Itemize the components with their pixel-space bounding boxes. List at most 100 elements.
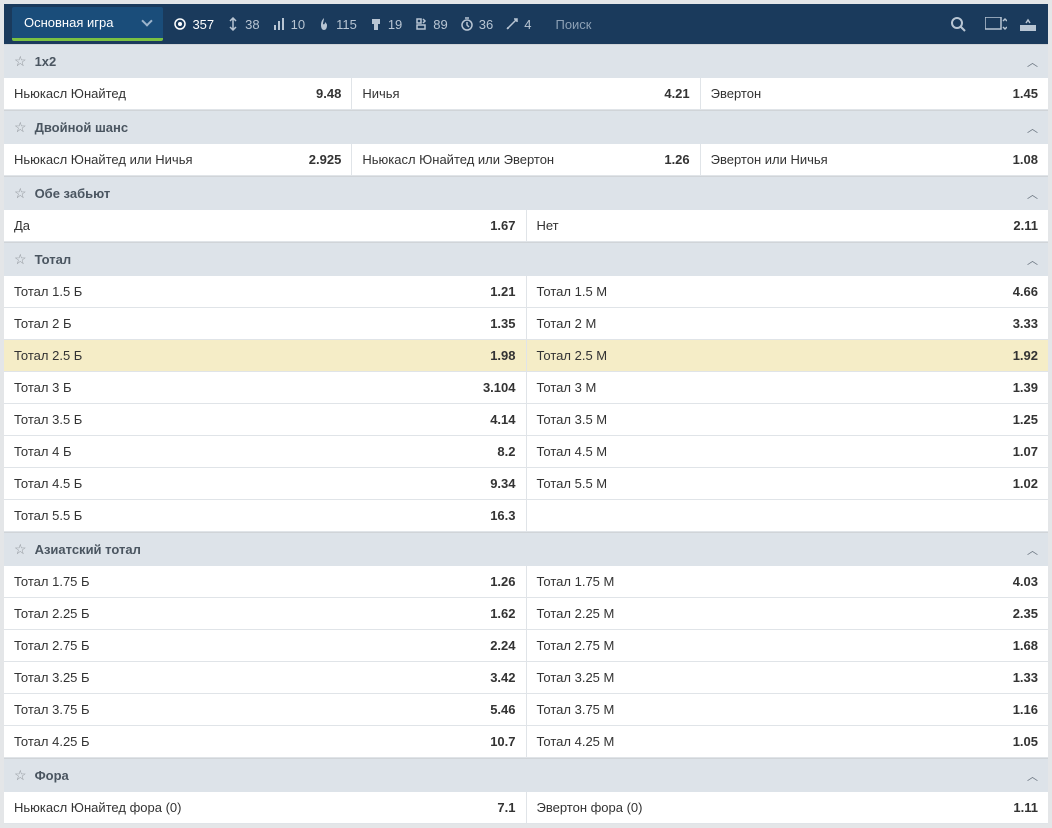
filter-item[interactable]: 10 xyxy=(266,17,311,32)
market-title: Фора xyxy=(35,768,69,783)
odds-cell[interactable]: Тотал 2 М3.33 xyxy=(527,308,1049,339)
odds-cell[interactable]: Тотал 2.5 Б1.98 xyxy=(4,340,527,371)
odds-cell[interactable]: Тотал 4 Б8.2 xyxy=(4,436,527,467)
filter-count: 357 xyxy=(192,17,214,32)
odds-cell[interactable]: Тотал 1.75 М4.03 xyxy=(527,566,1049,597)
odds-cell[interactable]: Тотал 3.5 М1.25 xyxy=(527,404,1049,435)
odds-cell[interactable]: Эвертон или Ничья1.08 xyxy=(701,144,1048,175)
market-group: ☆1x2︿Ньюкасл Юнайтед9.48Ничья4.21Эвертон… xyxy=(4,44,1048,110)
odds-value: 5.46 xyxy=(490,702,515,717)
odds-cell[interactable]: Ничья4.21 xyxy=(352,78,700,109)
star-icon[interactable]: ☆ xyxy=(14,541,27,558)
odds-cell[interactable]: Тотал 1.5 М4.66 xyxy=(527,276,1049,307)
market-header[interactable]: ☆Тотал︿ xyxy=(4,243,1048,276)
odds-value: 7.1 xyxy=(497,800,515,815)
odds-value: 9.34 xyxy=(490,476,515,491)
shirt-icon xyxy=(369,17,383,31)
odds-value: 1.21 xyxy=(490,284,515,299)
odds-cell[interactable]: Ньюкасл Юнайтед фора (0)7.1 xyxy=(4,792,527,823)
odds-value: 2.925 xyxy=(309,152,342,167)
odds-label: Тотал 2 Б xyxy=(14,316,71,331)
odds-cell[interactable]: Тотал 3.75 М1.16 xyxy=(527,694,1049,725)
target-icon xyxy=(173,17,187,31)
odds-label: Тотал 4.25 Б xyxy=(14,734,90,749)
market-header[interactable]: ☆Двойной шанс︿ xyxy=(4,111,1048,144)
filter-item[interactable]: 36 xyxy=(454,17,499,32)
odds-cell[interactable]: Тотал 4.25 Б10.7 xyxy=(4,726,527,757)
odds-cell[interactable]: Тотал 4.25 М1.05 xyxy=(527,726,1049,757)
filter-item[interactable]: 89 xyxy=(408,17,453,32)
odds-value: 1.25 xyxy=(1013,412,1038,427)
odds-cell[interactable]: Тотал 5.5 М1.02 xyxy=(527,468,1049,499)
star-icon[interactable]: ☆ xyxy=(14,767,27,784)
odds-row: Ньюкасл Юнайтед или Ничья2.925Ньюкасл Юн… xyxy=(4,144,1048,176)
odds-value: 2.35 xyxy=(1013,606,1038,621)
market-header[interactable]: ☆Фора︿ xyxy=(4,759,1048,792)
odds-cell[interactable]: Тотал 3 М1.39 xyxy=(527,372,1049,403)
market-type-dropdown[interactable]: Основная игра xyxy=(12,7,163,41)
market-header-left: ☆1x2 xyxy=(14,53,56,70)
odds-cell[interactable]: Тотал 3.75 Б5.46 xyxy=(4,694,527,725)
odds-cell[interactable]: Эвертон1.45 xyxy=(701,78,1048,109)
odds-cell[interactable]: Ньюкасл Юнайтед или Ничья2.925 xyxy=(4,144,352,175)
odds-label: Эвертон xyxy=(711,86,762,101)
odds-cell[interactable]: Нет2.11 xyxy=(527,210,1049,241)
market-header[interactable]: ☆1x2︿ xyxy=(4,45,1048,78)
filter-item[interactable]: 357 xyxy=(167,17,220,32)
odds-cell[interactable]: Тотал 3.5 Б4.14 xyxy=(4,404,527,435)
star-icon[interactable]: ☆ xyxy=(14,119,27,136)
market-group: ☆Тотал︿Тотал 1.5 Б1.21Тотал 1.5 М4.66Тот… xyxy=(4,242,1048,532)
odds-label: Тотал 2.5 М xyxy=(537,348,608,363)
filter-count: 36 xyxy=(479,17,493,32)
odds-value: 16.3 xyxy=(490,508,515,523)
odds-label: Тотал 3.5 Б xyxy=(14,412,82,427)
odds-row: Тотал 4 Б8.2Тотал 4.5 М1.07 xyxy=(4,436,1048,468)
odds-cell[interactable]: Тотал 2.25 Б1.62 xyxy=(4,598,527,629)
market-group: ☆Двойной шанс︿Ньюкасл Юнайтед или Ничья2… xyxy=(4,110,1048,176)
odds-cell[interactable]: Ньюкасл Юнайтед или Эвертон1.26 xyxy=(352,144,700,175)
odds-row: Тотал 1.75 Б1.26Тотал 1.75 М4.03 xyxy=(4,566,1048,598)
market-header[interactable]: ☆Азиатский тотал︿ xyxy=(4,533,1048,566)
filter-item[interactable]: 115 xyxy=(311,17,363,32)
chevron-up-icon: ︿ xyxy=(1027,186,1038,202)
odds-row: Ньюкасл Юнайтед9.48Ничья4.21Эвертон1.45 xyxy=(4,78,1048,110)
odds-value: 1.67 xyxy=(490,218,515,233)
odds-cell[interactable]: Тотал 2 Б1.35 xyxy=(4,308,527,339)
odds-cell[interactable]: Эвертон фора (0)1.11 xyxy=(527,792,1049,823)
filter-item[interactable]: 19 xyxy=(363,17,408,32)
search-button[interactable] xyxy=(944,10,972,38)
odds-cell[interactable]: Тотал 3.25 Б3.42 xyxy=(4,662,527,693)
odds-cell[interactable]: Тотал 2.25 М2.35 xyxy=(527,598,1049,629)
odds-cell[interactable]: Тотал 2.75 Б2.24 xyxy=(4,630,527,661)
odds-cell[interactable]: Тотал 1.5 Б1.21 xyxy=(4,276,527,307)
star-icon[interactable]: ☆ xyxy=(14,251,27,268)
search-input[interactable] xyxy=(549,11,944,38)
odds-cell[interactable]: Тотал 3 Б3.104 xyxy=(4,372,527,403)
odds-cell[interactable]: Тотал 1.75 Б1.26 xyxy=(4,566,527,597)
odds-value: 1.68 xyxy=(1013,638,1038,653)
filter-bar: 357 38101151989 36 4 xyxy=(167,17,537,32)
odds-cell[interactable]: Да1.67 xyxy=(4,210,527,241)
filter-item[interactable]: 4 xyxy=(499,17,537,32)
filter-item[interactable]: 38 xyxy=(220,17,265,32)
topbar: Основная игра 357 38101151989 36 4 xyxy=(4,4,1048,44)
odds-cell[interactable]: Тотал 4.5 Б9.34 xyxy=(4,468,527,499)
odds-cell[interactable]: Тотал 4.5 М1.07 xyxy=(527,436,1049,467)
odds-label: Эвертон или Ничья xyxy=(711,152,828,167)
odds-row: Тотал 3.5 Б4.14Тотал 3.5 М1.25 xyxy=(4,404,1048,436)
star-icon[interactable]: ☆ xyxy=(14,185,27,202)
odds-row: Тотал 3 Б3.104Тотал 3 М1.39 xyxy=(4,372,1048,404)
odds-cell[interactable]: Тотал 2.5 М1.92 xyxy=(527,340,1049,371)
market-group: ☆Фора︿Ньюкасл Юнайтед фора (0)7.1Эвертон… xyxy=(4,758,1048,824)
odds-cell[interactable]: Тотал 3.25 М1.33 xyxy=(527,662,1049,693)
layout-toggle-button[interactable] xyxy=(984,14,1008,34)
odds-value: 1.26 xyxy=(664,152,689,167)
odds-row: Тотал 4.25 Б10.7Тотал 4.25 М1.05 xyxy=(4,726,1048,758)
expand-button[interactable] xyxy=(1016,14,1040,34)
market-header[interactable]: ☆Обе забьют︿ xyxy=(4,177,1048,210)
odds-cell[interactable]: Тотал 5.5 Б16.3 xyxy=(4,500,527,531)
market-header-left: ☆Азиатский тотал xyxy=(14,541,141,558)
star-icon[interactable]: ☆ xyxy=(14,53,27,70)
odds-cell[interactable]: Тотал 2.75 М1.68 xyxy=(527,630,1049,661)
odds-cell[interactable]: Ньюкасл Юнайтед9.48 xyxy=(4,78,352,109)
